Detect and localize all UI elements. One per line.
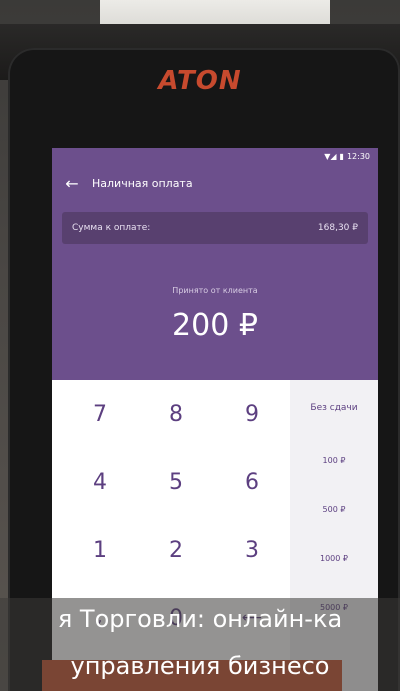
caption-line-1: я Торговли: онлайн-ка xyxy=(57,605,343,633)
app-bar: ← Наличная оплата xyxy=(52,168,378,198)
key-8[interactable]: 8 xyxy=(138,380,214,448)
received-amount: 200 ₽ xyxy=(172,308,258,343)
key-6[interactable]: 6 xyxy=(214,448,290,516)
key-9[interactable]: 9 xyxy=(214,380,290,448)
key-7[interactable]: 7 xyxy=(62,380,138,448)
back-arrow-icon[interactable]: ← xyxy=(52,174,92,193)
amount-due-label: Сумма к оплате: xyxy=(72,223,151,233)
key-4[interactable]: 4 xyxy=(62,448,138,516)
received-label: Принято от клиента xyxy=(172,286,258,295)
key-1[interactable]: 1 xyxy=(62,516,138,584)
payment-header: ▼◢ ▮ 12:30 ← Наличная оплата Сумма к опл… xyxy=(52,148,378,380)
key-5[interactable]: 5 xyxy=(138,448,214,516)
caption-line-2: управления бизнесо xyxy=(70,652,330,680)
quick-500-button[interactable]: 500 ₽ xyxy=(290,485,378,534)
signal-icon: ▼◢ xyxy=(324,152,337,161)
key-3[interactable]: 3 xyxy=(214,516,290,584)
key-2[interactable]: 2 xyxy=(138,516,214,584)
page-title: Наличная оплата xyxy=(92,176,193,190)
quick-100-button[interactable]: 100 ₽ xyxy=(290,436,378,485)
amount-due-row: Сумма к оплате: 168,30 ₽ xyxy=(62,212,368,244)
status-bar: ▼◢ ▮ 12:30 xyxy=(324,152,370,161)
no-change-button[interactable]: Без сдачи xyxy=(290,380,378,436)
battery-icon: ▮ xyxy=(339,152,344,161)
quick-1000-button[interactable]: 1000 ₽ xyxy=(290,534,378,583)
amount-due-value: 168,30 ₽ xyxy=(317,223,358,233)
status-time: 12:30 xyxy=(346,152,370,161)
brand-logo: ATON xyxy=(158,66,242,96)
